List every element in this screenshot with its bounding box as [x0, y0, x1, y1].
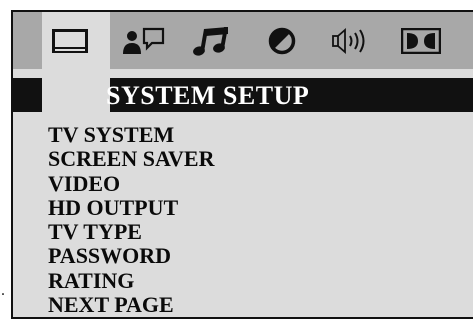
- tv-monitor-icon[interactable]: [50, 25, 90, 57]
- menu-item-next-page[interactable]: NEXT PAGE: [48, 292, 214, 317]
- osd-menu-panel: SYSTEM SETUP TV SYSTEM SCREEN SAVER VIDE…: [11, 10, 473, 319]
- menu-item-tv-system[interactable]: TV SYSTEM: [48, 122, 214, 147]
- audio-music-note-icon[interactable]: [190, 25, 234, 57]
- menu-item-rating[interactable]: RATING: [48, 268, 214, 293]
- menu-item-video[interactable]: VIDEO: [48, 171, 214, 196]
- menu-item-tv-type[interactable]: TV TYPE: [48, 219, 214, 244]
- menu-item-hd-output[interactable]: HD OUTPUT: [48, 195, 214, 220]
- stray-dot: .: [1, 282, 5, 299]
- menu-item-password[interactable]: PASSWORD: [48, 244, 214, 269]
- dolby-digital-icon[interactable]: [399, 25, 443, 57]
- menu-item-screen-saver[interactable]: SCREEN SAVER: [48, 146, 214, 171]
- system-setup-menu: TV SYSTEM SCREEN SAVER VIDEO HD OUTPUT T…: [48, 122, 214, 317]
- language-speech-icon[interactable]: [121, 25, 167, 57]
- speaker-volume-icon[interactable]: [329, 25, 375, 57]
- video-contrast-icon[interactable]: [264, 25, 300, 57]
- page-title: SYSTEM SETUP: [106, 81, 310, 110]
